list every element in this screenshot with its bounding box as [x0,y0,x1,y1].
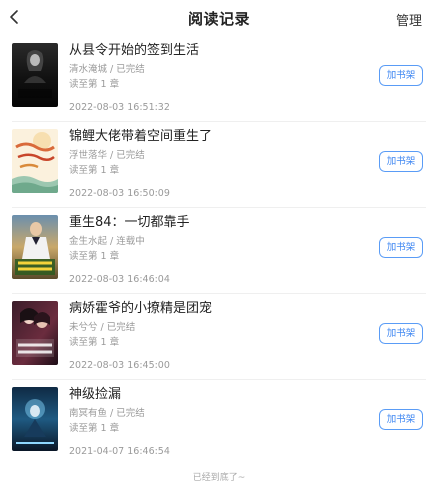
history-item-0[interactable]: 从县令开始的签到生活 清水淹城 / 已完结 读至第 1 章 2022-08-03… [0,36,438,122]
read-timestamp: 2022-08-03 16:46:04 [69,274,170,285]
reading-history-page: 阅读记录 管理 从县令开始的签到生活 清水淹城 / 已完结 读至第 1 章 20… [0,0,438,499]
book-title[interactable]: 锦鲤大佬带着空间重生了 [69,129,368,145]
add-to-shelf-button[interactable]: 加书架 [379,237,423,258]
book-info: 重生84：一切都靠手 金生水起 / 连载中 读至第 1 章 2022-08-03… [69,215,368,286]
book-cover[interactable] [12,129,58,193]
add-to-shelf-button[interactable]: 加书架 [379,65,423,86]
reading-progress: 读至第 1 章 [69,251,120,262]
reading-progress: 读至第 1 章 [69,423,120,434]
book-cover[interactable] [12,43,58,107]
book-info: 病娇霍爷的小撩精是团宠 未兮兮 / 已完结 读至第 1 章 2022-08-03… [69,301,368,372]
book-author-status: 金生水起 / 连载中 [69,236,145,247]
add-to-shelf-button[interactable]: 加书架 [379,409,423,430]
book-info: 锦鲤大佬带着空间重生了 浮世落华 / 已完结 读至第 1 章 2022-08-0… [69,129,368,200]
reading-history-list: 从县令开始的签到生活 清水淹城 / 已完结 读至第 1 章 2022-08-03… [0,36,438,466]
page-title: 阅读记录 [187,10,250,28]
book-info: 神级捡漏 南冥有鱼 / 已完结 读至第 1 章 2021-04-07 16:46… [69,387,368,458]
book-title[interactable]: 从县令开始的签到生活 [69,43,368,59]
add-to-shelf-button[interactable]: 加书架 [379,151,423,172]
add-to-shelf-button[interactable]: 加书架 [379,323,423,344]
book-author-status: 浮世落华 / 已完结 [69,150,145,161]
read-timestamp: 2022-08-03 16:50:09 [69,188,170,199]
read-timestamp: 2021-04-07 16:46:54 [69,446,170,457]
history-item-4[interactable]: 神级捡漏 南冥有鱼 / 已完结 读至第 1 章 2021-04-07 16:46… [0,380,438,466]
reading-progress: 读至第 1 章 [69,337,120,348]
navigation-bar: 阅读记录 管理 [0,0,438,36]
manage-button[interactable]: 管理 [396,10,422,29]
book-cover[interactable] [12,301,58,365]
book-title[interactable]: 神级捡漏 [69,387,368,403]
book-author-status: 未兮兮 / 已完结 [69,322,136,333]
end-of-list-text: 已经到底了~ [192,473,246,483]
read-timestamp: 2022-08-03 16:45:00 [69,360,170,371]
book-cover[interactable] [12,215,58,279]
reading-progress: 读至第 1 章 [69,79,120,90]
reading-progress: 读至第 1 章 [69,165,120,176]
history-item-2[interactable]: 重生84：一切都靠手 金生水起 / 连载中 读至第 1 章 2022-08-03… [0,208,438,294]
book-title[interactable]: 病娇霍爷的小撩精是团宠 [69,301,368,317]
book-cover[interactable] [12,387,58,451]
book-author-status: 清水淹城 / 已完结 [69,64,145,75]
book-title[interactable]: 重生84：一切都靠手 [69,215,368,231]
read-timestamp: 2022-08-03 16:51:32 [69,102,170,113]
history-item-1[interactable]: 锦鲤大佬带着空间重生了 浮世落华 / 已完结 读至第 1 章 2022-08-0… [0,122,438,208]
history-item-3[interactable]: 病娇霍爷的小撩精是团宠 未兮兮 / 已完结 读至第 1 章 2022-08-03… [0,294,438,380]
book-author-status: 南冥有鱼 / 已完结 [69,408,145,419]
book-info: 从县令开始的签到生活 清水淹城 / 已完结 读至第 1 章 2022-08-03… [69,43,368,114]
